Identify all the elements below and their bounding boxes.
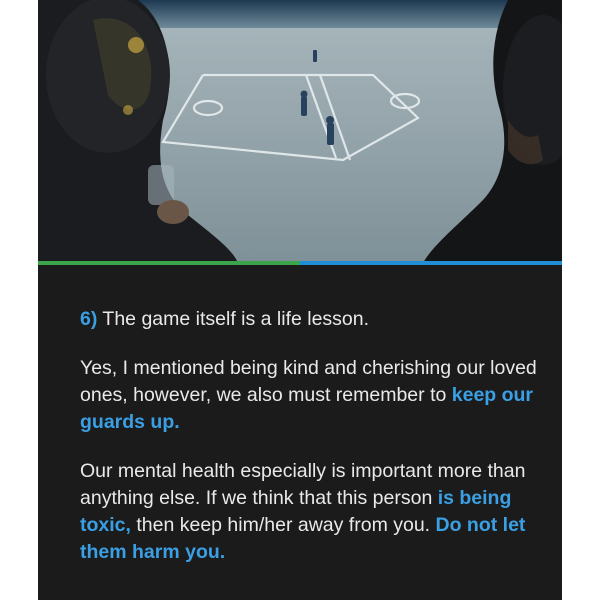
slide-text: 6) The game itself is a life lesson. Yes… bbox=[80, 306, 540, 588]
heading-text: The game itself is a life lesson. bbox=[102, 308, 370, 330]
story-progress-fill bbox=[38, 261, 300, 265]
item-number: 6) bbox=[80, 308, 98, 330]
paragraph-2-text-b: then keep him/her away from you. bbox=[130, 514, 436, 536]
story-card: 6) The game itself is a life lesson. Yes… bbox=[38, 0, 562, 600]
paragraph-2: Our mental health especially is importan… bbox=[80, 458, 540, 566]
paragraph-1: Yes, I mentioned being kind and cherishi… bbox=[80, 355, 540, 436]
scene-image bbox=[38, 0, 562, 263]
slide-heading: 6) The game itself is a life lesson. bbox=[80, 306, 540, 333]
story-progress-bar bbox=[38, 261, 562, 265]
